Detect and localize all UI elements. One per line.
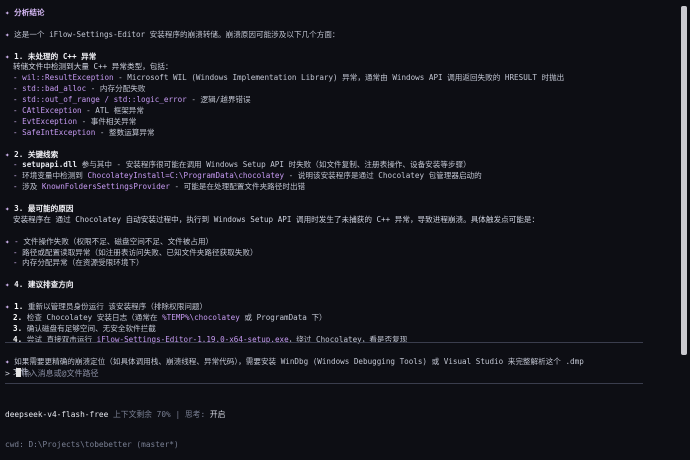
intro-text: 这是一个 iFlow-Settings-Editor 安装程序的崩溃转储。崩溃原… <box>14 29 340 39</box>
sparkle-icon: ✦ <box>5 356 10 366</box>
cwd-text: cwd: D:\Projects\tobebetter (master*) <box>5 440 179 449</box>
sparkle-icon: ✦ <box>5 236 10 246</box>
scrollbar[interactable] <box>681 6 687 355</box>
sparkle-icon: ✦ <box>5 29 10 39</box>
section-3-heading: ✦ 3. 最可能的原因 <box>5 204 74 214</box>
sparkle-icon: ✦ <box>5 302 10 312</box>
section-3-desc: 安装程序在 通过 Chocolatey 自动安装过程中，执行到 Windows … <box>13 214 540 224</box>
section-1-heading: ✦ 1. 未处理的 C++ 异常 <box>5 51 97 61</box>
model-name: deepseek-v4-flash-free <box>5 410 109 419</box>
divider <box>5 342 643 343</box>
context-remaining: 上下文剩余 70% <box>112 410 171 419</box>
sparkle-icon: ✦ <box>5 8 10 17</box>
list-item: - std::bad_alloc - 内存分配失败 <box>13 84 146 94</box>
section-4-heading: ✦ 4. 建议排查方向 <box>5 280 74 290</box>
list-item: - CAtlException - ATL 框架异常 <box>13 106 144 116</box>
section-1-desc: 转储文件中检测到大量 C++ 异常类型，包括： <box>13 62 173 72</box>
status-bar: deepseek-v4-flash-free 上下文剩余 70% | 思考: 开… <box>5 410 226 449</box>
list-item: 3. 确认磁盘有足够空间、无安全软件拦截 <box>13 323 156 333</box>
list-item: - 涉及 KnownFoldersSettingsProvider - 可能是在… <box>13 182 306 192</box>
section-title: 分析结论 <box>14 8 45 17</box>
list-item: ✦ 1. 重新以管理员身份运行 该安装程序（排除权限问题） <box>5 302 208 312</box>
chat-transcript: ✦ 分析结论 ✦ 这是一个 iFlow-Settings-Editor 安装程序… <box>5 8 677 378</box>
thinking-value: 开启 <box>209 410 226 419</box>
title-line: ✦ 分析结论 <box>5 8 677 19</box>
section-2-heading: ✦ 2. 关键线索 <box>5 149 59 159</box>
list-item: - 内存分配异常（在资源受限环境下） <box>13 258 144 268</box>
list-item: - setupapi.dll 参与其中 - 安装程序很可能在调用 Windows… <box>13 160 471 170</box>
list-item: - EvtException - 事件相关异常 <box>13 116 137 126</box>
input-placeholder: 输入消息或@文件路径 <box>21 369 99 378</box>
list-item: 4. 尝试 直接双击运行 iFlow-Settings-Editor-1.19.… <box>13 334 408 344</box>
message-input[interactable]: > 输入消息或@文件路径 <box>5 368 98 379</box>
list-item: - 环境变量中检测到 ChocolateyInstall=C:\ProgramD… <box>13 171 482 181</box>
sparkle-icon: ✦ <box>5 149 10 159</box>
sparkle-icon: ✦ <box>5 204 10 214</box>
list-item: - std::out_of_range / std::logic_error -… <box>13 95 251 105</box>
list-item: - SafeIntException - 整数运算异常 <box>13 127 155 137</box>
list-item: - 路径或配置读取异常（如注册表访问失败、已知文件夹路径获取失败） <box>13 247 258 257</box>
sparkle-icon: ✦ <box>5 280 10 290</box>
divider <box>5 383 643 384</box>
list-item: - wil::ResultException - Microsoft WIL (… <box>13 73 565 83</box>
closing-line: ✦ 如果需要更精确的崩溃定位（如具体调用栈、崩溃线程、异常代码），需要安装 Wi… <box>5 356 584 366</box>
list-item: 2. 检查 Chocolatey 安装日志（通常在 %TEMP%\chocola… <box>13 312 327 322</box>
thinking-label: 思考: <box>184 410 206 419</box>
text-cursor <box>15 368 21 377</box>
intro-line: ✦ 这是一个 iFlow-Settings-Editor 安装程序的崩溃转储。崩… <box>5 30 677 41</box>
prompt-icon: > <box>5 369 10 378</box>
sparkle-icon: ✦ <box>5 51 10 61</box>
closing-line-2: 文件。 <box>13 367 36 377</box>
list-item: ✦ - 文件操作失败（权限不足、磁盘空间不足、文件被占用） <box>5 236 214 246</box>
